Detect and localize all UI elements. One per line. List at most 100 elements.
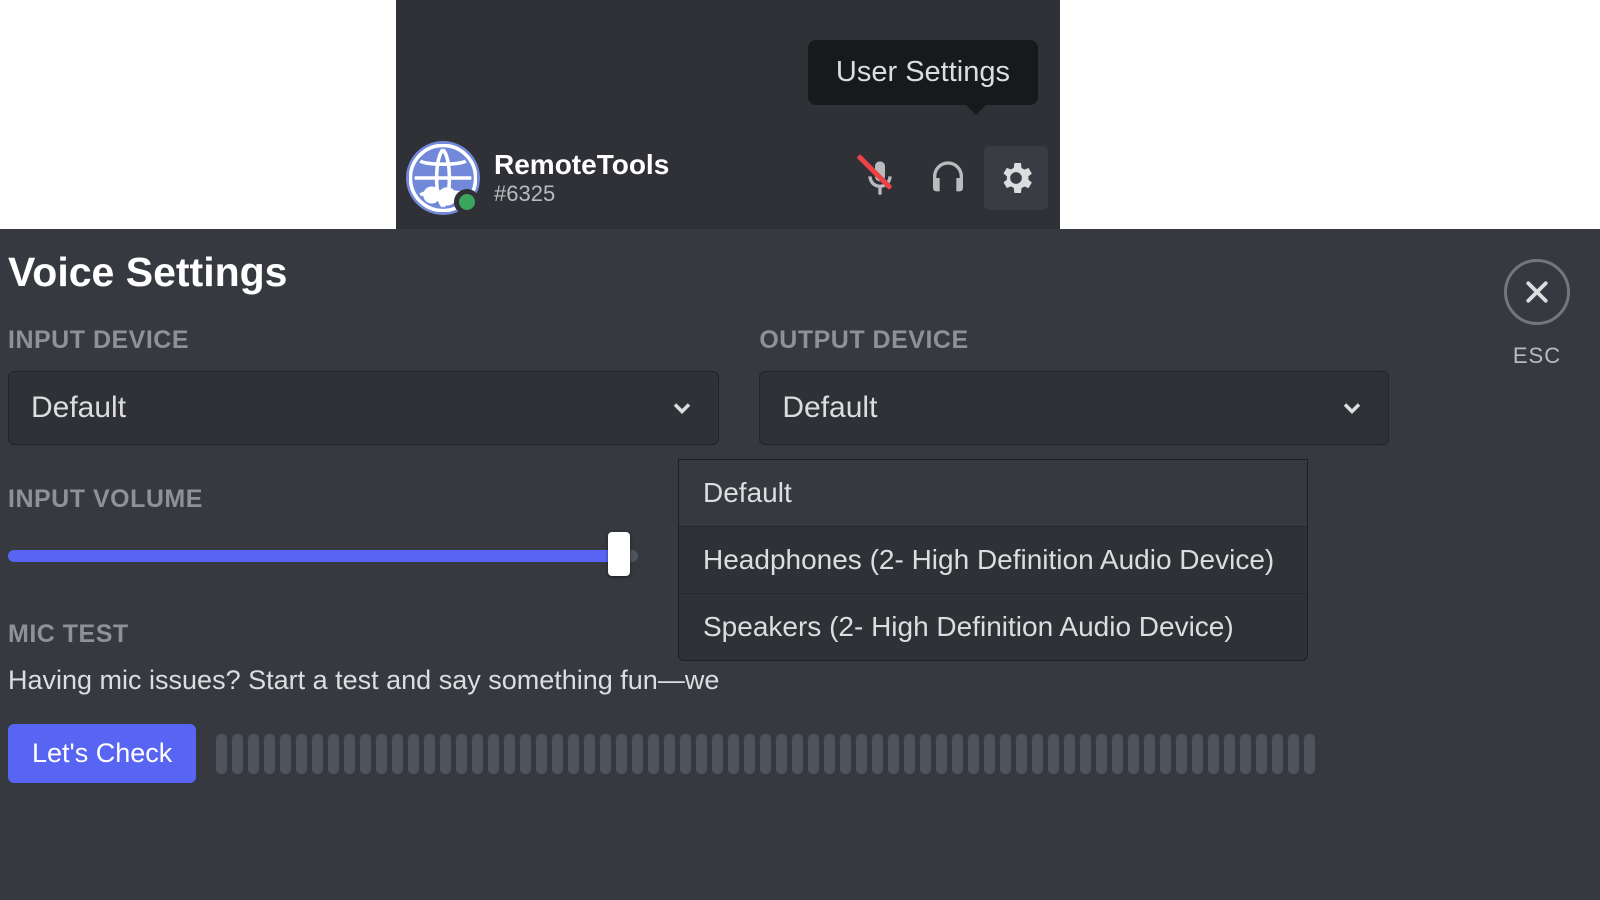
meter-bar bbox=[472, 734, 483, 774]
close-group: ESC bbox=[1504, 259, 1570, 369]
meter-bar bbox=[824, 734, 835, 774]
meter-bar bbox=[1272, 734, 1283, 774]
mic-test-desc: Having mic issues? Start a test and say … bbox=[8, 665, 719, 696]
meter-bar bbox=[904, 734, 915, 774]
meter-bar bbox=[264, 734, 275, 774]
headphones-icon[interactable] bbox=[916, 146, 980, 210]
dropdown-option[interactable]: Speakers (2- High Definition Audio Devic… bbox=[679, 593, 1307, 660]
user-text[interactable]: RemoteTools #6325 bbox=[494, 150, 848, 207]
meter-bar bbox=[552, 734, 563, 774]
avatar[interactable] bbox=[406, 141, 480, 215]
meter-bar bbox=[1288, 734, 1299, 774]
meter-bar bbox=[744, 734, 755, 774]
meter-bar bbox=[920, 734, 931, 774]
meter-bar bbox=[600, 734, 611, 774]
mic-level-meter bbox=[216, 734, 1316, 774]
meter-bar bbox=[376, 734, 387, 774]
output-device-label: OUTPUT DEVICE bbox=[759, 326, 1389, 355]
meter-bar bbox=[1128, 734, 1139, 774]
output-device-value: Default bbox=[782, 391, 877, 425]
input-volume-slider[interactable] bbox=[8, 532, 638, 576]
meter-bar bbox=[856, 734, 867, 774]
meter-bar bbox=[728, 734, 739, 774]
page-title: Voice Settings bbox=[8, 249, 1592, 296]
meter-bar bbox=[1032, 734, 1043, 774]
meter-bar bbox=[936, 734, 947, 774]
mic-test-label: MIC TEST bbox=[8, 620, 719, 649]
meter-bar bbox=[216, 734, 227, 774]
chevron-down-icon bbox=[668, 394, 696, 422]
meter-bar bbox=[328, 734, 339, 774]
meter-bar bbox=[1016, 734, 1027, 774]
close-esc-label: ESC bbox=[1513, 343, 1561, 369]
voice-settings-panel: Voice Settings ESC INPUT DEVICE Default … bbox=[0, 229, 1600, 900]
meter-bar bbox=[888, 734, 899, 774]
meter-bar bbox=[616, 734, 627, 774]
meter-bar bbox=[1048, 734, 1059, 774]
user-panel: User Settings RemoteTools #6325 bbox=[396, 0, 1060, 229]
meter-bar bbox=[1096, 734, 1107, 774]
meter-bar bbox=[408, 734, 419, 774]
username: RemoteTools bbox=[494, 150, 848, 181]
meter-bar bbox=[952, 734, 963, 774]
input-volume-label: INPUT VOLUME bbox=[8, 485, 719, 514]
meter-bar bbox=[680, 734, 691, 774]
meter-bar bbox=[1144, 734, 1155, 774]
meter-bar bbox=[440, 734, 451, 774]
output-device-dropdown[interactable]: Default Headphones (2- High Definition A… bbox=[678, 459, 1308, 661]
meter-bar bbox=[424, 734, 435, 774]
meter-bar bbox=[1176, 734, 1187, 774]
dropdown-option[interactable]: Default bbox=[679, 460, 1307, 526]
meter-bar bbox=[648, 734, 659, 774]
meter-bar bbox=[456, 734, 467, 774]
meter-bar bbox=[1224, 734, 1235, 774]
meter-bar bbox=[696, 734, 707, 774]
meter-bar bbox=[632, 734, 643, 774]
meter-bar bbox=[248, 734, 259, 774]
meter-bar bbox=[776, 734, 787, 774]
status-online-icon bbox=[454, 189, 480, 215]
meter-bar bbox=[1160, 734, 1171, 774]
meter-bar bbox=[968, 734, 979, 774]
meter-bar bbox=[488, 734, 499, 774]
meter-bar bbox=[504, 734, 515, 774]
meter-bar bbox=[232, 734, 243, 774]
meter-bar bbox=[344, 734, 355, 774]
meter-bar bbox=[1192, 734, 1203, 774]
meter-bar bbox=[712, 734, 723, 774]
gear-icon[interactable] bbox=[984, 146, 1048, 210]
meter-bar bbox=[568, 734, 579, 774]
input-device-value: Default bbox=[31, 391, 126, 425]
input-device-column: INPUT DEVICE Default INPUT VOLUME MIC TE… bbox=[8, 326, 719, 696]
meter-bar bbox=[520, 734, 531, 774]
tooltip-user-settings: User Settings bbox=[808, 40, 1038, 105]
meter-bar bbox=[584, 734, 595, 774]
user-bar-row: RemoteTools #6325 bbox=[396, 127, 1060, 229]
close-button[interactable] bbox=[1504, 259, 1570, 325]
meter-bar bbox=[296, 734, 307, 774]
input-device-select[interactable]: Default bbox=[8, 371, 719, 445]
meter-bar bbox=[792, 734, 803, 774]
dropdown-option[interactable]: Headphones (2- High Definition Audio Dev… bbox=[679, 526, 1307, 593]
meter-bar bbox=[1256, 734, 1267, 774]
meter-bar bbox=[280, 734, 291, 774]
input-device-label: INPUT DEVICE bbox=[8, 326, 719, 355]
meter-bar bbox=[360, 734, 371, 774]
meter-bar bbox=[392, 734, 403, 774]
meter-bar bbox=[872, 734, 883, 774]
slider-thumb[interactable] bbox=[608, 532, 630, 576]
meter-bar bbox=[1112, 734, 1123, 774]
meter-bar bbox=[312, 734, 323, 774]
output-device-select[interactable]: Default bbox=[759, 371, 1389, 445]
meter-bar bbox=[1240, 734, 1251, 774]
microphone-muted-icon[interactable] bbox=[848, 146, 912, 210]
meter-bar bbox=[664, 734, 675, 774]
lets-check-button[interactable]: Let's Check bbox=[8, 724, 196, 783]
slider-fill bbox=[8, 550, 619, 562]
meter-bar bbox=[840, 734, 851, 774]
meter-bar bbox=[1304, 734, 1315, 774]
chevron-down-icon bbox=[1338, 394, 1366, 422]
meter-bar bbox=[808, 734, 819, 774]
meter-bar bbox=[1208, 734, 1219, 774]
mic-test-row: Let's Check bbox=[8, 724, 1592, 783]
